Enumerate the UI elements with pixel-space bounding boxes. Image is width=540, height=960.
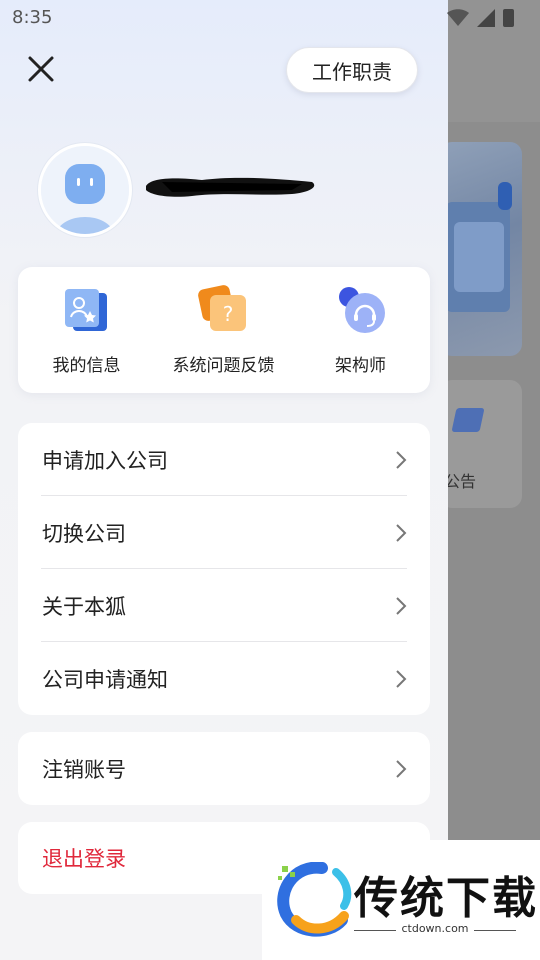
quick-action-feedback[interactable]: ? 系统问题反馈 — [155, 267, 292, 393]
watermark-url: ctdown.com — [354, 922, 516, 935]
side-drawer: 工作职责 我的信息 ? 系统问题反馈 架构师 申请加入公司 切换公司 关于本狐 … — [0, 0, 448, 960]
status-time: 8:35 — [12, 7, 53, 28]
menu-item-label: 申请加入公司 — [42, 448, 168, 473]
close-button[interactable] — [26, 54, 56, 84]
megaphone-icon — [451, 408, 485, 432]
quick-action-label: 我的信息 — [52, 356, 121, 376]
quick-action-label: 架构师 — [335, 356, 386, 376]
job-duties-button[interactable]: 工作职责 — [286, 47, 418, 93]
signal-icon — [477, 9, 495, 27]
close-icon — [28, 56, 54, 82]
chevron-right-icon — [396, 450, 407, 469]
battery-icon — [503, 9, 514, 27]
menu-item-deactivate-account[interactable]: 注销账号 — [18, 732, 430, 805]
logout-label: 退出登录 — [42, 847, 126, 871]
account-menu-card: 注销账号 — [18, 732, 430, 805]
quick-action-architect[interactable]: 架构师 — [292, 267, 429, 393]
chevron-right-icon — [396, 523, 407, 542]
menu-item-apply-join-company[interactable]: 申请加入公司 — [18, 423, 430, 496]
menu-item-company-application-notice[interactable]: 公司申请通知 — [18, 642, 430, 715]
status-bar: 8:35 — [0, 0, 540, 36]
quick-action-my-info[interactable]: 我的信息 — [18, 267, 155, 393]
chevron-right-icon — [396, 596, 407, 615]
menu-item-switch-company[interactable]: 切换公司 — [18, 496, 430, 569]
background-notice-label: 公告 — [444, 472, 477, 491]
username-redacted — [146, 177, 315, 197]
background-banner-card[interactable] — [440, 142, 522, 356]
avatar[interactable] — [38, 143, 132, 237]
quick-action-label: 系统问题反馈 — [172, 356, 275, 376]
feedback-question-icon: ? — [197, 285, 246, 331]
chevron-right-icon — [396, 759, 407, 778]
menu-item-label: 注销账号 — [42, 757, 126, 782]
watermark-url-text: ctdown.com — [396, 922, 474, 935]
menu-item-label: 关于本狐 — [42, 594, 126, 619]
quick-actions-card: 我的信息 ? 系统问题反馈 架构师 — [18, 267, 430, 393]
watermark-logo-icon — [277, 862, 352, 937]
profile-card-icon — [64, 289, 107, 331]
headset-support-icon — [338, 287, 385, 333]
company-menu-card: 申请加入公司 切换公司 关于本狐 公司申请通知 — [18, 423, 430, 715]
chevron-right-icon — [396, 669, 407, 688]
menu-item-label: 切换公司 — [42, 521, 126, 546]
watermark: 传统下载 ctdown.com — [262, 840, 540, 960]
menu-item-about[interactable]: 关于本狐 — [18, 569, 430, 642]
svg-text:?: ? — [222, 302, 233, 326]
menu-item-label: 公司申请通知 — [42, 667, 168, 692]
watermark-title: 传统下载 — [354, 873, 538, 924]
wifi-icon — [447, 9, 469, 26]
robot-avatar-icon — [41, 146, 129, 234]
